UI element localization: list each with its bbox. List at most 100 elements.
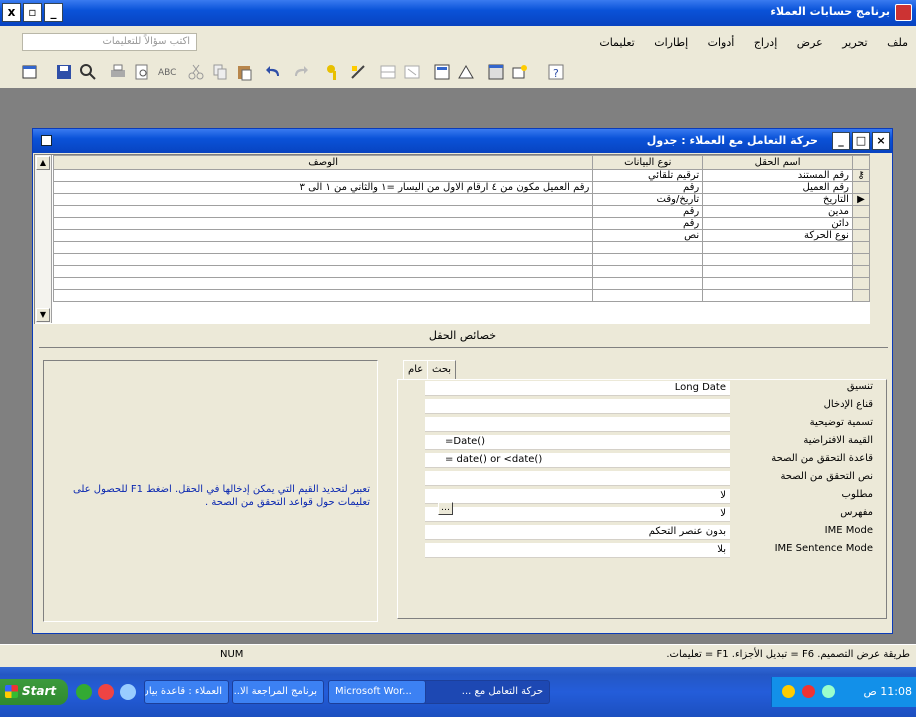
property-value[interactable]: Long Date [425,381,730,396]
field-row[interactable]: تاريخ/وقت التاريخ ▶ [52,193,871,206]
field-row[interactable]: رقم دائن [52,217,871,230]
start-button[interactable]: Start [0,679,68,705]
field-name-cell[interactable]: نوع الحركة [702,229,853,242]
field-name-cell[interactable] [702,241,853,254]
field-data-type-cell[interactable] [592,289,704,302]
taskbar-item-review[interactable]: برنامج المراجعة الا... [232,680,324,704]
menu-tools[interactable]: أدوات [700,28,743,49]
menu-help[interactable]: تعليمات [591,28,642,49]
help-icon[interactable]: ? [546,62,566,82]
field-name-cell[interactable] [702,265,853,278]
view-icon[interactable] [20,62,40,82]
copy-icon[interactable] [210,62,230,82]
field-description-cell[interactable] [52,277,594,290]
property-value[interactable]: لا [425,507,730,522]
field-description-cell[interactable] [52,265,594,278]
field-description-cell[interactable] [52,229,594,242]
browser-icon[interactable] [120,684,136,700]
field-data-type-cell[interactable] [592,241,704,254]
redo-icon[interactable] [290,62,310,82]
field-row[interactable] [52,265,871,278]
field-data-type-cell[interactable]: تاريخ/وقت [592,193,704,206]
primary-key-icon[interactable] [324,62,344,82]
property-value[interactable] [425,399,730,414]
field-data-type-cell[interactable] [592,265,704,278]
row-selector[interactable]: ⚷ [851,169,871,182]
taskbar-item-word[interactable]: Microsoft Wor... [328,680,426,704]
field-name-cell[interactable]: رقم المستند [702,169,853,182]
field-row[interactable]: رقم مدين [52,205,871,218]
property-value[interactable]: = date() or <date() [425,453,730,468]
field-data-type-cell[interactable]: ترقيم تلقائي [592,169,704,182]
indexes-icon[interactable] [348,62,368,82]
field-name-cell[interactable] [702,289,853,302]
field-data-type-cell[interactable]: رقم [592,205,704,218]
search-icon[interactable] [78,62,98,82]
tray-icon-2[interactable] [802,685,815,698]
field-description-cell[interactable] [52,193,594,206]
property-value[interactable] [425,417,730,432]
row-selector[interactable] [851,253,871,266]
row-selector[interactable] [851,265,871,278]
build-icon[interactable] [456,62,476,82]
tab-general[interactable]: عام [403,360,429,380]
field-description-cell[interactable] [52,169,594,182]
field-data-type-cell[interactable]: نص [592,229,704,242]
cut-icon[interactable] [186,62,206,82]
child-maximize-button[interactable]: □ [852,132,870,150]
child-minimize-button[interactable]: _ [832,132,850,150]
database-window-icon[interactable] [486,62,506,82]
field-description-cell[interactable]: رقم العميل مكون من ٤ ارقام الاول من اليس… [52,181,594,194]
maximize-button[interactable]: ▫ [23,3,42,22]
paste-icon[interactable] [234,62,254,82]
field-name-cell[interactable]: التاريخ [702,193,853,206]
scroll-down-arrow[interactable]: ▼ [36,308,50,322]
delete-rows-icon[interactable] [402,62,422,82]
field-data-type-cell[interactable]: رقم [592,181,704,194]
tab-lookup[interactable]: بحث [427,360,457,380]
field-row[interactable]: ترقيم تلقائي رقم المستند ⚷ [52,169,871,182]
undo-icon[interactable] [264,62,284,82]
field-row[interactable] [52,253,871,266]
field-name-cell[interactable] [702,277,853,290]
field-description-cell[interactable] [52,289,594,302]
field-name-cell[interactable] [702,253,853,266]
menu-window[interactable]: إطارات [646,28,696,49]
menu-edit[interactable]: تحرير [834,28,875,49]
minimize-button[interactable]: _ [44,3,63,22]
row-selector[interactable] [851,217,871,230]
row-selector[interactable] [851,277,871,290]
field-description-cell[interactable] [52,253,594,266]
menu-insert[interactable]: إدراج [746,28,785,49]
child-close-button[interactable]: × [872,132,890,150]
save-icon[interactable] [54,62,74,82]
tray-icon-1[interactable] [782,685,795,698]
field-name-cell[interactable]: مدين [702,205,853,218]
field-description-cell[interactable] [52,205,594,218]
property-value[interactable] [425,471,730,486]
field-row[interactable] [52,289,871,302]
taskbar-item-database[interactable]: العملاء : قاعدة بيان... [144,680,229,704]
row-selector[interactable] [851,229,871,242]
ask-question-input[interactable]: اكتب سؤالاً للتعليمات [22,33,197,51]
property-value[interactable]: لا [425,489,730,504]
media-icon[interactable] [98,684,114,700]
spelling-icon[interactable]: ABC [156,62,176,82]
field-description-cell[interactable] [52,241,594,254]
tray-icon-3[interactable] [822,685,835,698]
field-row[interactable]: رقم العميل مكون من ٤ ارقام الاول من اليس… [52,181,871,194]
field-data-type-cell[interactable] [592,277,704,290]
field-name-cell[interactable]: رقم العميل [702,181,853,194]
row-selector[interactable]: ▶ [851,193,871,206]
scroll-up-arrow[interactable]: ▲ [36,156,50,170]
row-selector[interactable] [851,205,871,218]
menu-file[interactable]: ملف [879,28,916,49]
row-selector[interactable] [851,241,871,254]
property-value[interactable]: بلا [425,543,730,558]
row-selector[interactable] [851,289,871,302]
field-row[interactable]: نص نوع الحركة [52,229,871,242]
field-row[interactable] [52,241,871,254]
row-selector[interactable] [851,181,871,194]
properties-icon[interactable] [432,62,452,82]
print-icon[interactable] [108,62,128,82]
